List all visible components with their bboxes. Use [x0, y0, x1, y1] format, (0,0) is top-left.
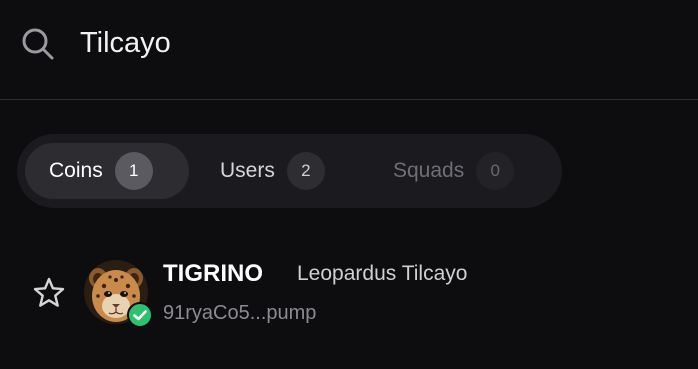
tab-coins-count: 1	[114, 152, 153, 190]
search-category-tabs: Coins 1 Users 2 Squads 0	[17, 134, 562, 208]
tab-squads[interactable]: Squads 0	[377, 143, 547, 199]
tab-squads-count: 0	[476, 152, 515, 190]
coin-symbol: TIGRINO	[163, 260, 263, 287]
tab-users-count: 2	[286, 152, 325, 190]
tab-users-label: Users	[220, 159, 275, 182]
coin-name: Leopardus Tilcayo	[297, 262, 468, 285]
tab-users[interactable]: Users 2	[207, 143, 347, 199]
verified-check-icon	[127, 302, 153, 328]
star-outline-icon[interactable]	[32, 276, 66, 310]
coin-result-row[interactable]: TIGRINO Leopardus Tilcayo 91ryaCo5...pum…	[0, 248, 698, 338]
tab-coins-label: Coins	[49, 159, 103, 182]
tab-squads-label: Squads	[393, 159, 465, 182]
tab-coins[interactable]: Coins 1	[25, 143, 189, 199]
search-bar	[0, 0, 698, 100]
search-input[interactable]	[80, 20, 660, 66]
search-icon[interactable]	[20, 26, 56, 62]
coin-address: 91ryaCo5...pump	[163, 302, 317, 324]
